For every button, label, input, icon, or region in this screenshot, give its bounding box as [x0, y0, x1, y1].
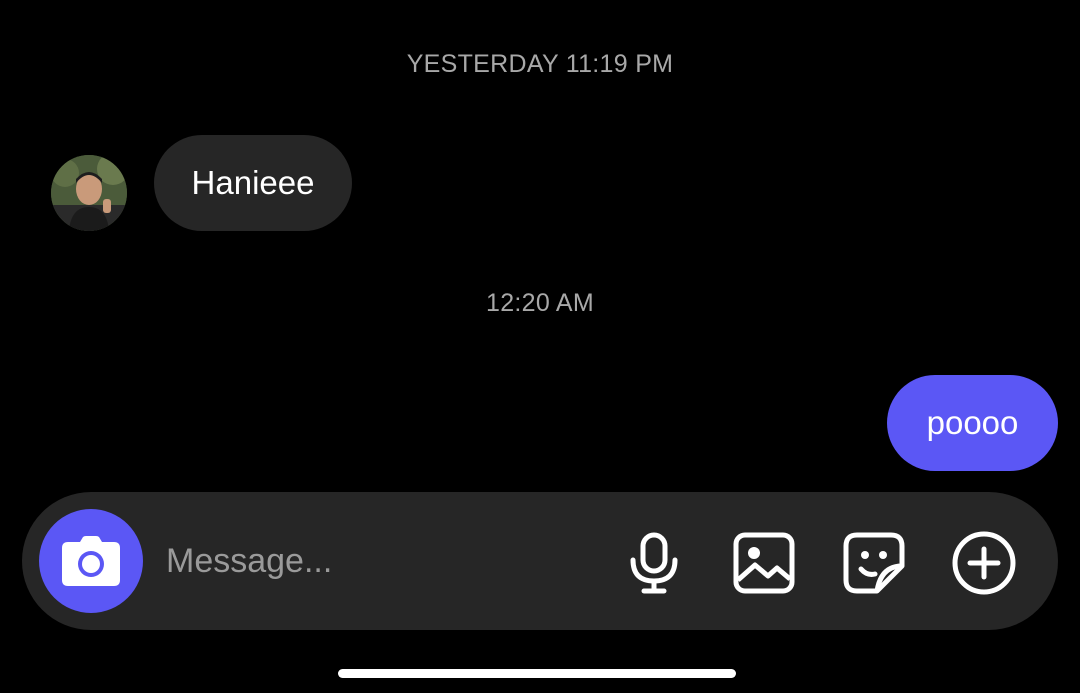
sticker-button[interactable]: [842, 531, 906, 595]
avatar-photo: [51, 155, 127, 231]
sticker-icon: [843, 532, 905, 594]
timestamp: YESTERDAY 11:19 PM: [406, 50, 674, 78]
message-input[interactable]: [166, 536, 586, 586]
gallery-button[interactable]: [732, 531, 796, 595]
home-indicator: [338, 669, 736, 678]
timestamp: 12:20 AM: [485, 289, 595, 317]
sender-avatar[interactable]: [51, 155, 127, 231]
microphone-icon: [630, 532, 678, 594]
camera-icon: [62, 536, 120, 586]
gallery-icon: [733, 532, 795, 594]
outgoing-message-bubble[interactable]: poooo: [887, 375, 1058, 471]
camera-button[interactable]: [39, 509, 143, 613]
incoming-message-bubble[interactable]: Hanieee: [154, 135, 352, 231]
message-composer: [22, 492, 1058, 630]
more-options-button[interactable]: [952, 531, 1016, 595]
plus-circle-icon: [952, 531, 1016, 595]
microphone-button[interactable]: [622, 531, 686, 595]
